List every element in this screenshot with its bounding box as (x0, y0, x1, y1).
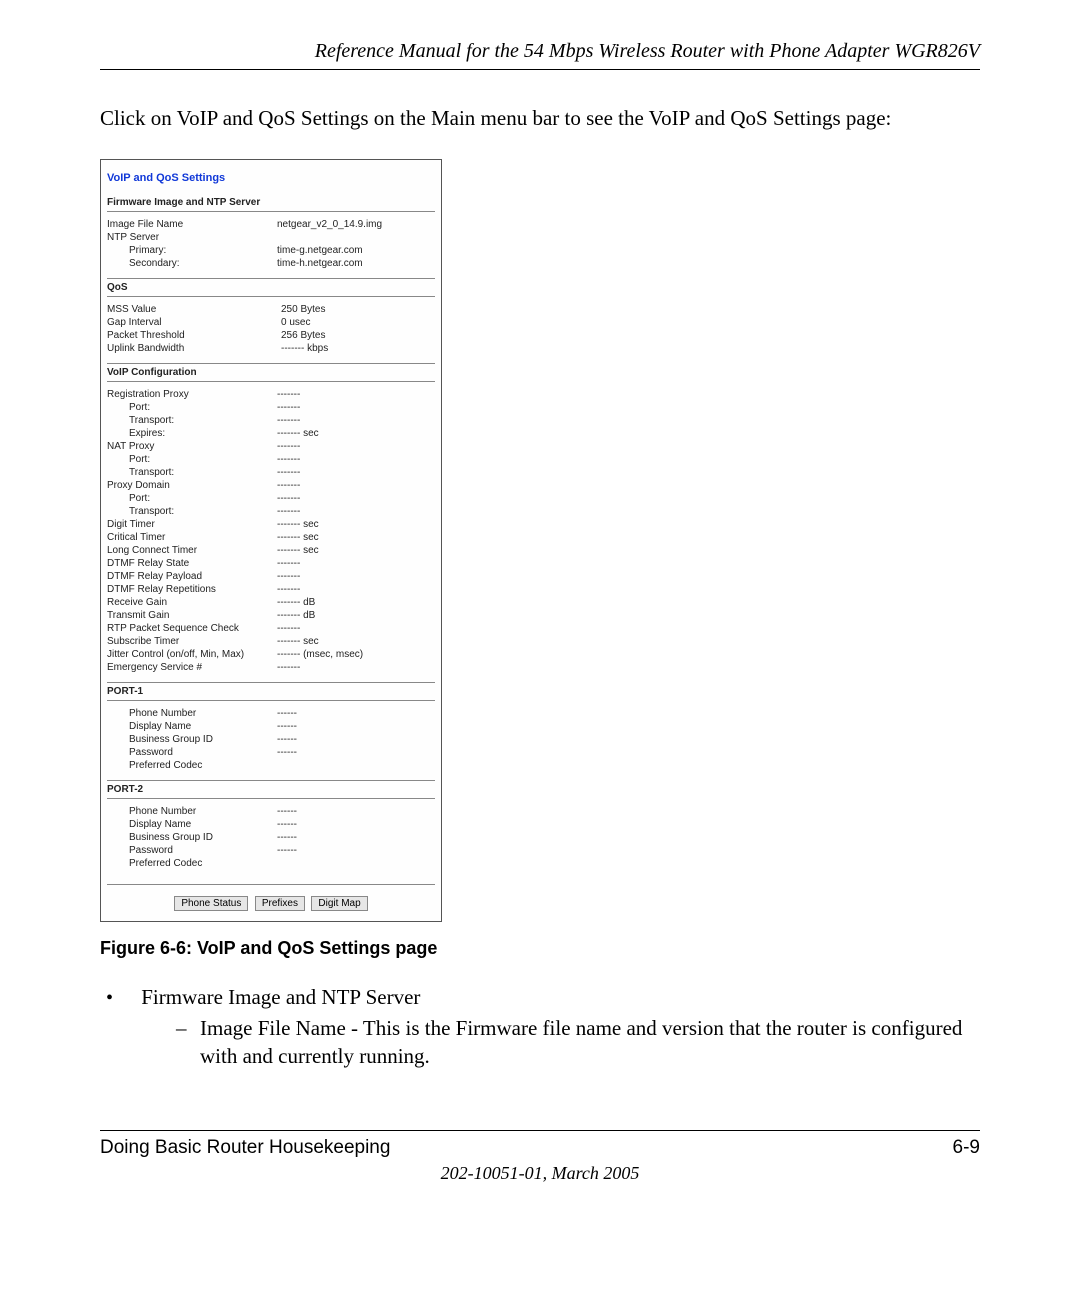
sub-value: ------- sec (277, 635, 435, 648)
p1-disp-value: ------ (277, 720, 435, 733)
ntp-primary-label: Primary: (107, 244, 277, 257)
p1-pw-label: Password (107, 746, 277, 759)
p1-bg-label: Business Group ID (107, 733, 277, 746)
p2-disp-label: Display Name (107, 818, 277, 831)
screenshot-panel: VoIP and QoS Settings Firmware Image and… (100, 159, 442, 922)
section-port1-head: PORT-1 (107, 682, 435, 701)
uplink-label: Uplink Bandwidth (107, 342, 277, 355)
rtp-value: ------- (277, 622, 435, 635)
rgain-label: Receive Gain (107, 596, 277, 609)
panel-title: VoIP and QoS Settings (107, 172, 435, 184)
p1-disp-label: Display Name (107, 720, 277, 733)
pdtrans-value: ------- (277, 505, 435, 518)
image-file-name-value: netgear_v2_0_14.9.img (277, 218, 435, 231)
prefixes-button[interactable]: Prefixes (255, 896, 305, 911)
p2-codec-label: Preferred Codec (107, 857, 277, 870)
nattrans-value: ------- (277, 466, 435, 479)
regtrans-value: ------- (277, 414, 435, 427)
mss-label: MSS Value (107, 303, 277, 316)
pdtrans-label: Transport: (107, 505, 277, 518)
image-file-name-label: Image File Name (107, 218, 277, 231)
natproxy-label: NAT Proxy (107, 440, 277, 453)
bullet-image-file-name: Image File Name - This is the Firmware f… (176, 1014, 980, 1070)
crit-label: Critical Timer (107, 531, 277, 544)
p2-bg-value: ------ (277, 831, 435, 844)
pdomain-value: ------- (277, 479, 435, 492)
pkt-label: Packet Threshold (107, 329, 277, 342)
ntp-secondary-value: time-h.netgear.com (277, 257, 435, 270)
footer-left: Doing Basic Router Housekeeping (100, 1137, 390, 1159)
uplink-value: ------- kbps (277, 342, 435, 355)
natproxy-value: ------- (277, 440, 435, 453)
dtmf-rep-value: ------- (277, 583, 435, 596)
p2-disp-value: ------ (277, 818, 435, 831)
regtrans-label: Transport: (107, 414, 277, 427)
emerg-value: ------- (277, 661, 435, 674)
p1-bg-value: ------ (277, 733, 435, 746)
mss-value: 250 Bytes (277, 303, 435, 316)
dtmf-payload-label: DTMF Relay Payload (107, 570, 277, 583)
regexp-label: Expires: (107, 427, 277, 440)
pdomain-label: Proxy Domain (107, 479, 277, 492)
p2-codec-value (277, 857, 435, 870)
natport-label: Port: (107, 453, 277, 466)
crit-value: ------- sec (277, 531, 435, 544)
page-header: Reference Manual for the 54 Mbps Wireles… (100, 40, 980, 70)
long-value: ------- sec (277, 544, 435, 557)
p2-bg-label: Business Group ID (107, 831, 277, 844)
p2-pw-label: Password (107, 844, 277, 857)
digit-label: Digit Timer (107, 518, 277, 531)
natport-value: ------- (277, 453, 435, 466)
jitter-value: ------- (msec, msec) (277, 648, 435, 661)
pdport-label: Port: (107, 492, 277, 505)
ntp-secondary-label: Secondary: (107, 257, 277, 270)
nattrans-label: Transport: (107, 466, 277, 479)
section-voip-head: VoIP Configuration (107, 363, 435, 382)
digit-value: ------- sec (277, 518, 435, 531)
p1-codec-value (277, 759, 435, 772)
ntp-primary-value: time-g.netgear.com (277, 244, 435, 257)
p2-pw-value: ------ (277, 844, 435, 857)
emerg-label: Emergency Service # (107, 661, 277, 674)
tgain-label: Transmit Gain (107, 609, 277, 622)
rgain-value: ------- dB (277, 596, 435, 609)
p1-pw-value: ------ (277, 746, 435, 759)
dtmf-state-label: DTMF Relay State (107, 557, 277, 570)
ntp-server-label: NTP Server (107, 231, 277, 244)
rtp-label: RTP Packet Sequence Check (107, 622, 277, 635)
p2-phone-label: Phone Number (107, 805, 277, 818)
pkt-value: 256 Bytes (277, 329, 435, 342)
gap-value: 0 usec (277, 316, 435, 329)
dtmf-state-value: ------- (277, 557, 435, 570)
digit-map-button[interactable]: Digit Map (311, 896, 367, 911)
pdport-value: ------- (277, 492, 435, 505)
p1-codec-label: Preferred Codec (107, 759, 277, 772)
regproxy-value: ------- (277, 388, 435, 401)
p1-phone-label: Phone Number (107, 707, 277, 720)
gap-label: Gap Interval (107, 316, 277, 329)
regport-value: ------- (277, 401, 435, 414)
regport-label: Port: (107, 401, 277, 414)
p1-phone-value: ------ (277, 707, 435, 720)
intro-text: Click on VoIP and QoS Settings on the Ma… (100, 106, 980, 131)
regexp-value: ------- sec (277, 427, 435, 440)
dtmf-rep-label: DTMF Relay Repetitions (107, 583, 277, 596)
long-label: Long Connect Timer (107, 544, 277, 557)
p2-phone-value: ------ (277, 805, 435, 818)
figure-caption: Figure 6-6: VoIP and QoS Settings page (100, 938, 980, 959)
bullet-firmware: Firmware Image and NTP Server (141, 985, 420, 1009)
footer-docnum: 202-10051-01, March 2005 (100, 1163, 980, 1184)
jitter-label: Jitter Control (on/off, Min, Max) (107, 648, 277, 661)
section-port2-head: PORT-2 (107, 780, 435, 799)
tgain-value: ------- dB (277, 609, 435, 622)
phone-status-button[interactable]: Phone Status (174, 896, 248, 911)
regproxy-label: Registration Proxy (107, 388, 277, 401)
footer-right: 6-9 (953, 1137, 980, 1159)
section-qos-head: QoS (107, 278, 435, 297)
sub-label: Subscribe Timer (107, 635, 277, 648)
dtmf-payload-value: ------- (277, 570, 435, 583)
section-firmware-head: Firmware Image and NTP Server (107, 194, 435, 212)
